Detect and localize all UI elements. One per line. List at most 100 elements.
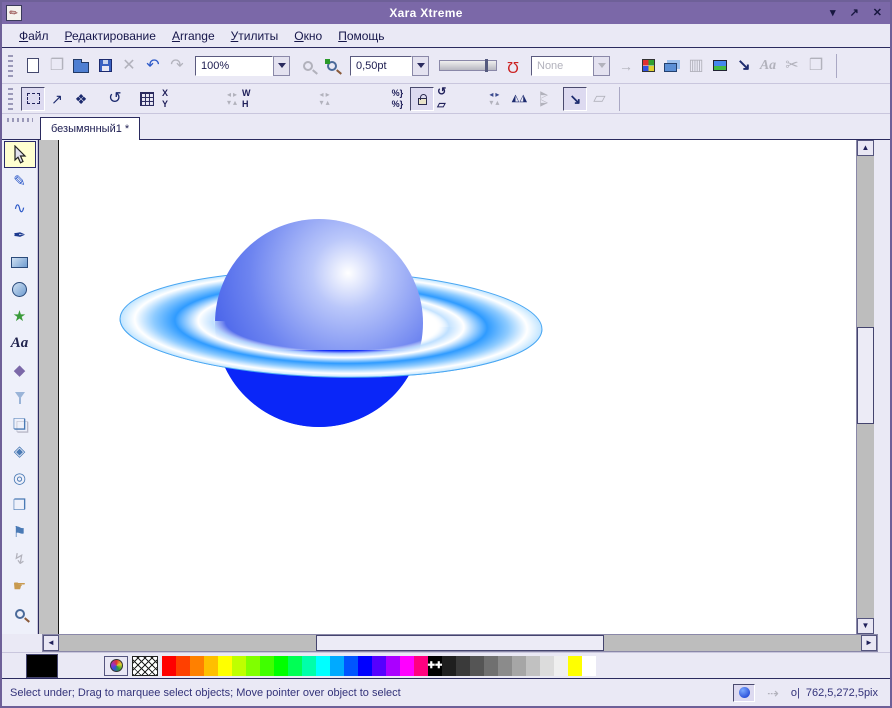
color-swatch[interactable] — [526, 656, 540, 676]
snap-to-objects-button[interactable]: Ω — [501, 54, 525, 78]
rotate-mode-button[interactable]: ↺ — [103, 87, 127, 111]
delete-button[interactable]: ✕ — [117, 54, 141, 78]
zoom-value[interactable]: 100% — [195, 56, 273, 76]
color-swatch[interactable] — [218, 656, 232, 676]
selector-tool[interactable] — [4, 141, 36, 168]
menu-item-arrange[interactable]: Arrange — [165, 26, 222, 46]
line-gallery-button[interactable]: ↘ — [732, 54, 756, 78]
mould-tool[interactable]: ⚑ — [4, 519, 36, 546]
toolbar-grip[interactable] — [8, 55, 13, 77]
color-editor-button[interactable] — [104, 656, 128, 676]
horizontal-scroll-thumb[interactable] — [316, 635, 605, 651]
color-swatch[interactable] — [498, 656, 512, 676]
blend-tool[interactable]: ❐ — [4, 492, 36, 519]
color-gallery-button[interactable] — [636, 54, 660, 78]
feather-slider[interactable] — [439, 60, 497, 71]
maximize-button[interactable]: ↗ — [850, 8, 859, 19]
no-color-swatch[interactable] — [132, 656, 158, 676]
title-bar[interactable]: ✎ Xara Xtreme ▾ ↗ ✕ — [2, 2, 890, 24]
template-button[interactable]: ❐ — [45, 54, 69, 78]
color-swatch[interactable] — [274, 656, 288, 676]
pen-tool[interactable]: ✒ — [4, 222, 36, 249]
toolbox-grip[interactable] — [2, 114, 38, 139]
previous-zoom-button[interactable] — [296, 54, 320, 78]
color-swatch[interactable] — [246, 656, 260, 676]
color-swatch[interactable] — [414, 656, 428, 676]
color-swatch[interactable] — [330, 656, 344, 676]
scroll-left-button[interactable]: ◄ — [43, 635, 59, 651]
color-swatch[interactable] — [442, 656, 456, 676]
ellipse-tool[interactable] — [4, 276, 36, 303]
rotate-skew-indicator[interactable]: ↺ ▱ — [437, 86, 446, 111]
menu-item-помощь[interactable]: Помощь — [331, 26, 391, 46]
flip-vertical-button[interactable]: ◭◮ — [531, 87, 555, 111]
zoom-combo[interactable]: 100% — [195, 56, 290, 76]
color-swatch[interactable] — [288, 656, 302, 676]
menu-item-утилиты[interactable]: Утилиты — [224, 26, 286, 46]
transparency-tool[interactable] — [4, 384, 36, 411]
contour-tool[interactable]: ◎ — [4, 465, 36, 492]
redo-button[interactable]: ↷ — [165, 54, 189, 78]
document-tab[interactable]: безымянный1 * — [40, 117, 140, 140]
feather-value[interactable]: None — [531, 56, 593, 76]
scroll-right-button[interactable]: ► — [861, 635, 877, 651]
color-swatch[interactable] — [260, 656, 274, 676]
new-document-button[interactable] — [21, 54, 45, 78]
saturn-drawing[interactable] — [39, 140, 856, 634]
color-swatch[interactable] — [302, 656, 316, 676]
fill-gallery-button[interactable] — [708, 54, 732, 78]
color-swatch[interactable] — [456, 656, 470, 676]
freehand-tool[interactable]: ✎ — [4, 168, 36, 195]
goto-page-button[interactable]: → — [616, 54, 636, 78]
horizontal-scroll-track[interactable] — [59, 635, 861, 651]
color-swatch[interactable] — [400, 656, 414, 676]
color-swatch[interactable] — [358, 656, 372, 676]
apply-tag-button[interactable]: ▱ — [587, 87, 611, 111]
layer-gallery-button[interactable] — [660, 54, 684, 78]
designs-gallery-button[interactable]: ❒ — [804, 54, 828, 78]
save-button[interactable] — [93, 54, 117, 78]
fill-tool[interactable]: ◆ — [4, 357, 36, 384]
color-swatch[interactable] — [470, 656, 484, 676]
color-swatch[interactable] — [386, 656, 400, 676]
lock-aspect-toggle[interactable] — [410, 87, 434, 111]
color-swatch[interactable]: ✚✚ — [428, 656, 442, 676]
vertical-scroll-thumb[interactable] — [857, 327, 874, 424]
color-swatch[interactable] — [316, 656, 330, 676]
live-effects-tool[interactable]: ↯ — [4, 546, 36, 573]
zoom-dropdown-button[interactable] — [273, 56, 290, 76]
color-swatch[interactable] — [232, 656, 246, 676]
color-swatch[interactable] — [540, 656, 554, 676]
bevel-tool[interactable]: ◈ — [4, 438, 36, 465]
menu-item-окно[interactable]: Окно — [287, 26, 329, 46]
horizontal-scrollbar[interactable]: ◄ ► — [42, 634, 878, 652]
color-swatch[interactable] — [554, 656, 568, 676]
color-swatch[interactable] — [204, 656, 218, 676]
color-swatch[interactable] — [190, 656, 204, 676]
open-button[interactable] — [69, 54, 93, 78]
color-swatch[interactable] — [582, 656, 596, 676]
push-tool[interactable]: ☛ — [4, 573, 36, 600]
scroll-up-button[interactable]: ▲ — [857, 140, 874, 156]
vertical-scroll-track[interactable] — [857, 156, 874, 618]
shape-editor-tool[interactable]: ∿ — [4, 195, 36, 222]
fill-interactive-button[interactable]: ❖ — [69, 87, 93, 111]
show-edit-handles-toggle[interactable]: ↘ — [563, 87, 587, 111]
scroll-down-button[interactable]: ▼ — [857, 618, 874, 634]
feather-combo[interactable]: None — [531, 56, 610, 76]
rotation-nudge-arrows[interactable]: ◂▸ ▾▴ — [489, 91, 499, 107]
menu-item-файл[interactable]: Файл — [12, 26, 56, 46]
zoom-to-drawing-button[interactable] — [320, 54, 344, 78]
shadow-tool[interactable]: ❏ — [4, 411, 36, 438]
snap-indicator[interactable] — [733, 684, 755, 702]
color-swatch[interactable] — [512, 656, 526, 676]
scale-nudge-arrows[interactable]: ◂▸ ▾▴ — [320, 91, 330, 107]
close-button[interactable]: ✕ — [873, 8, 882, 19]
feather-dropdown-button[interactable] — [593, 56, 610, 76]
vertical-scrollbar[interactable]: ▲ ▼ — [856, 140, 874, 634]
marquee-select-toggle[interactable] — [21, 87, 45, 111]
line-width-dropdown-button[interactable] — [412, 56, 429, 76]
line-width-value[interactable]: 0,50pt — [350, 56, 412, 76]
quickshape-tool[interactable]: ★ — [4, 303, 36, 330]
text-tool[interactable]: Aa — [4, 330, 36, 357]
